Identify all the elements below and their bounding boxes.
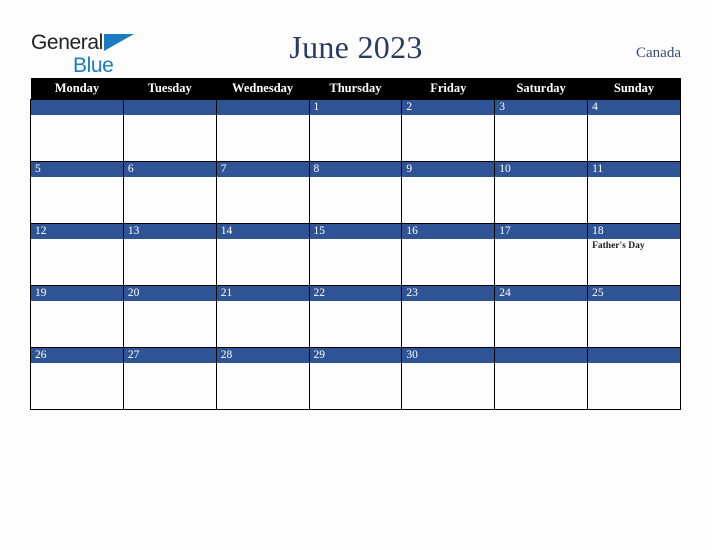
weekday-header-friday: Friday xyxy=(401,78,495,100)
day-number: 26 xyxy=(31,348,123,363)
calendar-day-cell[interactable]: 22 xyxy=(308,285,403,348)
day-number: 27 xyxy=(123,348,216,363)
day-number: 5 xyxy=(31,162,123,177)
day-number: 14 xyxy=(216,224,309,239)
day-number: 19 xyxy=(31,286,123,301)
calendar-day-cell[interactable]: 9 xyxy=(401,161,496,224)
day-number: 6 xyxy=(123,162,216,177)
calendar-day-cell[interactable] xyxy=(30,99,124,162)
day-number xyxy=(588,348,680,363)
page-header: General Blue June 2023 Canada xyxy=(0,0,712,78)
calendar-day-cell[interactable]: 12 xyxy=(30,223,124,286)
day-number: 17 xyxy=(495,224,588,239)
day-number: 10 xyxy=(495,162,588,177)
day-number: 16 xyxy=(402,224,495,239)
calendar-day-cell[interactable]: 14 xyxy=(215,223,310,286)
country-label: Canada xyxy=(636,45,681,61)
day-number: 30 xyxy=(402,348,495,363)
day-number: 1 xyxy=(309,100,402,115)
calendar-day-cell[interactable]: 2 xyxy=(401,99,496,162)
day-number: 4 xyxy=(588,100,680,115)
calendar-day-cell[interactable]: 24 xyxy=(494,285,589,348)
day-number xyxy=(31,100,123,115)
calendar-day-cell[interactable]: 29 xyxy=(308,347,403,410)
calendar-day-cell[interactable]: 3 xyxy=(494,99,589,162)
weekday-header-wednesday: Wednesday xyxy=(216,78,310,100)
calendar-day-cell[interactable]: 20 xyxy=(122,285,217,348)
day-number: 12 xyxy=(31,224,123,239)
calendar-body: 1 2 3 4 5 6 7 8 9 10 11 12 13 14 15 16 17 18 Father's Day 1… xyxy=(30,99,681,410)
holiday-label: Father's Day xyxy=(592,241,645,251)
calendar-day-cell[interactable]: 6 xyxy=(122,161,217,224)
day-number: 23 xyxy=(402,286,495,301)
day-number xyxy=(216,100,309,115)
weekday-header-row: Monday Tuesday Wednesday Thursday Friday… xyxy=(30,78,681,100)
day-number: 8 xyxy=(309,162,402,177)
calendar-day-cell[interactable]: 17 xyxy=(494,223,589,286)
weekday-header-monday: Monday xyxy=(30,78,124,100)
calendar-day-cell[interactable] xyxy=(122,99,217,162)
day-number: 21 xyxy=(216,286,309,301)
weekday-header-sunday: Sunday xyxy=(587,78,681,100)
day-number: 15 xyxy=(309,224,402,239)
calendar-day-cell[interactable]: 13 xyxy=(122,223,217,286)
calendar-day-cell[interactable]: 1 xyxy=(308,99,403,162)
day-number: 2 xyxy=(402,100,495,115)
calendar-day-cell[interactable]: 27 xyxy=(122,347,217,410)
calendar-day-cell[interactable]: 11 xyxy=(587,161,681,224)
day-number: 13 xyxy=(123,224,216,239)
day-number: 22 xyxy=(309,286,402,301)
calendar-week-row: 19 20 21 22 23 24 25 xyxy=(30,285,681,348)
day-number: 11 xyxy=(588,162,680,177)
calendar-day-cell[interactable] xyxy=(494,347,589,410)
day-number: 3 xyxy=(495,100,588,115)
calendar-day-cell[interactable]: 25 xyxy=(587,285,681,348)
calendar-day-cell[interactable]: 5 xyxy=(30,161,124,224)
weekday-header-thursday: Thursday xyxy=(309,78,402,100)
calendar-day-cell[interactable]: 15 xyxy=(308,223,403,286)
weekday-header-tuesday: Tuesday xyxy=(123,78,217,100)
calendar-week-row: 12 13 14 15 16 17 18 Father's Day xyxy=(30,223,681,286)
calendar-week-row: 1234 xyxy=(30,99,681,162)
calendar-day-cell[interactable]: 10 xyxy=(494,161,589,224)
day-number: 29 xyxy=(309,348,402,363)
day-number xyxy=(495,348,588,363)
calendar-week-row: 26 27 28 29 30 xyxy=(30,347,681,410)
calendar-page: General Blue June 2023 Canada Monday Tue… xyxy=(0,0,712,550)
calendar-day-cell[interactable]: 7 xyxy=(215,161,310,224)
day-number: 24 xyxy=(495,286,588,301)
calendar-day-cell[interactable] xyxy=(587,347,681,410)
calendar-day-cell[interactable]: 16 xyxy=(401,223,496,286)
calendar-day-cell[interactable]: 23 xyxy=(401,285,496,348)
calendar-day-cell[interactable]: 4 xyxy=(587,99,681,162)
day-number: 25 xyxy=(588,286,680,301)
calendar-day-cell[interactable]: 19 xyxy=(30,285,124,348)
calendar-day-cell[interactable]: 8 xyxy=(308,161,403,224)
calendar-day-cell[interactable] xyxy=(215,99,310,162)
calendar-day-cell[interactable]: 21 xyxy=(215,285,310,348)
day-number: 28 xyxy=(216,348,309,363)
day-number: 18 xyxy=(588,224,680,239)
calendar-day-cell[interactable]: 28 xyxy=(215,347,310,410)
calendar-week-row: 5 6 7 8 9 10 11 xyxy=(30,161,681,224)
weekday-header-saturday: Saturday xyxy=(494,78,588,100)
day-number: 7 xyxy=(216,162,309,177)
calendar-day-cell[interactable]: 18 Father's Day xyxy=(587,223,681,286)
calendar-day-cell[interactable]: 26 xyxy=(30,347,124,410)
calendar-table: Monday Tuesday Wednesday Thursday Friday… xyxy=(30,78,681,410)
calendar-day-cell[interactable]: 30 xyxy=(401,347,496,410)
day-number: 20 xyxy=(123,286,216,301)
day-number: 9 xyxy=(402,162,495,177)
day-number xyxy=(123,100,216,115)
page-title: June 2023 xyxy=(289,29,423,65)
